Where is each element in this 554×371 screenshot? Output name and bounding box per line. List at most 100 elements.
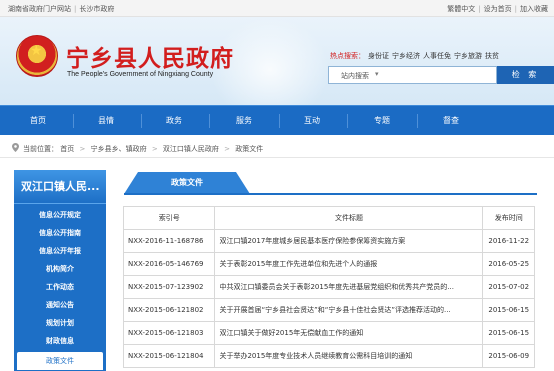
top-left-links: 湖南省政府门户网站 | 长沙市政府 [8, 4, 114, 14]
national-emblem-icon: ★ [16, 35, 58, 77]
table-header-row: 索引号 文件标题 发布时间 [122, 206, 535, 230]
row-index: NXX-2015-06-121804 [122, 344, 216, 368]
table-row: NXX-2015-06-121803 双江口镇关于做好2015年无偿献血工作的通… [122, 321, 535, 345]
divider [0, 157, 554, 158]
link-changsha-gov[interactable]: 长沙市政府 [79, 5, 114, 13]
sidebar-item-finance[interactable]: 财政信息 [14, 332, 106, 350]
hot-search: 热点搜索： 身份证 宁乡经济 人事任免 宁乡旅游 扶贫 [330, 51, 499, 61]
nav-divider [417, 114, 418, 128]
hot-search-label: 热点搜索： [330, 52, 365, 60]
breadcrumb-home[interactable]: 首页 [60, 145, 74, 153]
hot-search-item[interactable]: 宁乡经济 [392, 52, 420, 60]
breadcrumb-township-govs[interactable]: 宁乡县乡、镇政府 [91, 145, 147, 153]
row-title-link[interactable]: 中共双江口镇委员会关于表彰2015年度先进基层党组织和优秀共产党员的... [219, 282, 482, 292]
divider: | [478, 5, 481, 13]
row-date: 2015-06-15 [482, 298, 535, 322]
nav-item-services[interactable]: 服务 [214, 106, 274, 136]
tab-label: 政策文件 [171, 178, 203, 187]
row-title-cell: 关于开展首届“宁乡县社会贤达”和“宁乡县十佳社会贤达”评选推荐活动的... [214, 298, 484, 322]
table-row: NXX-2016-05-146769 关于表彰2015年度工作先进单位和先进个人… [122, 252, 535, 276]
table-row: NXX-2015-06-121802 关于开展首届“宁乡县社会贤达”和“宁乡县十… [122, 298, 535, 322]
nav-item-county-info[interactable]: 县情 [76, 106, 136, 136]
hot-search-item[interactable]: 扶贫 [485, 52, 499, 60]
divider: | [514, 5, 517, 13]
row-index: NXX-2016-05-146769 [122, 252, 216, 276]
link-add-favorite[interactable]: 加入收藏 [520, 5, 548, 13]
row-date: 2015-07-02 [482, 275, 535, 299]
breadcrumb-separator: > [151, 145, 158, 153]
top-right-links: 繁體中文 | 设为首页 | 加入收藏 [447, 4, 548, 14]
sidebar-item-disclosure-guide[interactable]: 信息公开指南 [14, 224, 106, 242]
row-index: NXX-2016-11-168786 [122, 229, 216, 253]
column-header-date: 发布时间 [482, 206, 535, 230]
row-title-link[interactable]: 关于表彰2015年度工作先进单位和先进个人的通报 [219, 259, 482, 269]
row-index: NXX-2015-06-121802 [122, 298, 216, 322]
site-title[interactable]: 宁乡县人民政府 [66, 39, 234, 73]
site-subtitle: The People's Government of Ningxiang Cou… [67, 71, 214, 78]
row-title-cell: 关于举办2015年度专业技术人员继续教育公需科目培训的通知 [214, 344, 484, 368]
hot-search-item[interactable]: 人事任免 [423, 52, 451, 60]
nav-divider [279, 114, 280, 128]
link-set-homepage[interactable]: 设为首页 [484, 5, 512, 13]
table-row: NXX-2015-06-121804 关于举办2015年度专业技术人员继续教育公… [122, 344, 535, 368]
sidebar-item-work-news[interactable]: 工作动态 [14, 278, 106, 296]
table-row: NXX-2016-11-168786 双江口镇2017年度城乡居民基本医疗保险参… [122, 229, 535, 253]
sidebar-title: 双江口镇人民... [14, 170, 106, 204]
row-title-cell: 关于表彰2015年度工作先进单位和先进个人的通报 [214, 252, 484, 276]
nav-divider [209, 114, 210, 128]
hot-search-item[interactable]: 身份证 [368, 52, 389, 60]
sidebar-item-plans[interactable]: 规划计划 [14, 314, 106, 332]
row-title-cell: 双江口镇关于做好2015年无偿献血工作的通知 [214, 321, 484, 345]
breadcrumb-separator: > [224, 145, 231, 153]
hot-search-item[interactable]: 宁乡旅游 [454, 52, 482, 60]
nav-item-interaction[interactable]: 互动 [282, 106, 342, 136]
breadcrumb-separator: > [79, 145, 86, 153]
nav-item-home[interactable]: 首页 [8, 106, 68, 136]
row-date: 2015-06-09 [482, 344, 535, 368]
policy-documents-table: 索引号 文件标题 发布时间 NXX-2016-11-168786 双江口镇201… [122, 206, 535, 368]
breadcrumb-shuangjiangkou[interactable]: 双江口镇人民政府 [163, 145, 219, 153]
row-date: 2016-05-25 [482, 252, 535, 276]
link-traditional-chinese[interactable]: 繁體中文 [447, 5, 475, 13]
sidebar-item-policy-docs[interactable]: 政策文件 [17, 352, 103, 370]
sidebar-item-notices[interactable]: 通知公告 [14, 296, 106, 314]
breadcrumb-prefix: 当前位置： [23, 145, 58, 153]
row-title-cell: 中共双江口镇委员会关于表彰2015年度先进基层党组织和优秀共产党员的... [214, 275, 484, 299]
row-title-link[interactable]: 双江口镇关于做好2015年无偿献血工作的通知 [219, 328, 482, 338]
sidebar-item-organization[interactable]: 机构简介 [14, 260, 106, 278]
column-header-title: 文件标题 [214, 206, 484, 230]
main-nav: 首页 县情 政务 服务 互动 专题 督查 [0, 105, 554, 135]
nav-item-inspection[interactable]: 督查 [421, 106, 481, 136]
location-pin-icon [12, 143, 19, 152]
row-index: NXX-2015-07-123902 [122, 275, 216, 299]
sidebar: 双江口镇人民... 信息公开规定 信息公开指南 信息公开年报 机构简介 工作动态… [14, 170, 106, 371]
row-date: 2016-11-22 [482, 229, 535, 253]
nav-divider [141, 114, 142, 128]
nav-divider [73, 114, 74, 128]
breadcrumb: 当前位置： 首页 > 宁乡县乡、镇政府 > 双江口镇人民政府 > 政策文件 [12, 142, 263, 154]
divider [124, 193, 537, 195]
row-index: NXX-2015-06-121803 [122, 321, 216, 345]
link-hunan-gov[interactable]: 湖南省政府门户网站 [8, 5, 71, 13]
search-scope-select[interactable]: 站内搜索 [341, 71, 369, 81]
search-button[interactable]: 检 索 [497, 66, 554, 84]
nav-item-government-affairs[interactable]: 政务 [144, 106, 204, 136]
breadcrumb-current: 政策文件 [235, 145, 264, 153]
site-header: ★ 宁乡县人民政府 The People's Government of Nin… [0, 17, 554, 105]
table-row: NXX-2015-07-123902 中共双江口镇委员会关于表彰2015年度先进… [122, 275, 535, 299]
row-title-link[interactable]: 双江口镇2017年度城乡居民基本医疗保险参保筹资实施方案 [219, 236, 482, 246]
row-date: 2015-06-15 [482, 321, 535, 345]
tab-policy-docs[interactable]: 政策文件 [124, 172, 250, 194]
search-input[interactable]: 站内搜索 ▾ [328, 66, 497, 84]
nav-item-topics[interactable]: 专题 [352, 106, 412, 136]
chevron-down-icon: ▾ [375, 70, 379, 78]
divider: | [74, 5, 77, 13]
row-title-link[interactable]: 关于开展首届“宁乡县社会贤达”和“宁乡县十佳社会贤达”评选推荐活动的... [219, 305, 482, 315]
sidebar-item-annual-report[interactable]: 信息公开年报 [14, 242, 106, 260]
top-utility-bar: 湖南省政府门户网站 | 长沙市政府 繁體中文 | 设为首页 | 加入收藏 [0, 0, 554, 17]
row-title-link[interactable]: 关于举办2015年度专业技术人员继续教育公需科目培训的通知 [219, 351, 482, 361]
row-title-cell: 双江口镇2017年度城乡居民基本医疗保险参保筹资实施方案 [214, 229, 484, 253]
column-header-index: 索引号 [122, 206, 216, 230]
sidebar-item-disclosure-rules[interactable]: 信息公开规定 [14, 206, 106, 224]
nav-divider [347, 114, 348, 128]
